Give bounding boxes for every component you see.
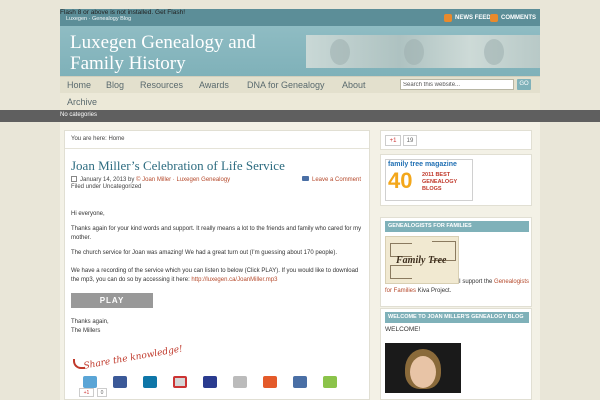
post-title[interactable]: Joan Miller’s Celebration of Life Servic… — [71, 158, 285, 174]
kiva-prefix: I support the — [459, 279, 495, 285]
site-header: Luxegen Genealogy and Family History — [60, 26, 540, 76]
portrait-photo — [404, 39, 424, 65]
leave-comment-link[interactable]: Leave a Comment — [302, 176, 361, 183]
gplus-count: 0 — [97, 388, 107, 397]
header-photo-banner — [306, 35, 540, 68]
post-date: January 14, 2013 by — [80, 177, 137, 183]
closing-signature: The Millers — [71, 328, 101, 334]
widget-title: WELCOME TO JOAN MILLER'S GENEALOGY BLOG — [385, 312, 529, 323]
genealogists-widget: GENEALOGISTS FOR FAMILIES Family Tree I … — [380, 217, 532, 307]
award-badge-box: family tree magazine 40 2011 BEST GENEAL… — [380, 154, 532, 206]
family-tree-magazine-badge[interactable]: family tree magazine 40 2011 BEST GENEAL… — [385, 159, 473, 201]
tree-label: Family Tree — [396, 255, 447, 266]
leave-comment-label: Leave a Comment — [312, 177, 362, 183]
gplus-count: 19 — [403, 135, 417, 146]
category-text: No categories — [60, 112, 98, 118]
calendar-icon — [71, 176, 77, 182]
stumbleupon-icon[interactable] — [263, 376, 277, 388]
filed-under: Filed under Uncategorized — [71, 184, 142, 190]
widget-title: GENEALOGISTS FOR FAMILIES — [385, 221, 529, 232]
secondary-navigation: Archive — [60, 93, 540, 110]
award-text: 2011 BEST GENEALOGY BLOGS — [422, 172, 457, 193]
gplus-button[interactable]: +1 — [79, 388, 94, 397]
search-input[interactable] — [400, 79, 514, 90]
photo-face — [410, 356, 436, 388]
email-icon[interactable] — [173, 376, 187, 388]
kiva-suffix: Kiva Project. — [416, 288, 452, 294]
award-line: BLOGS — [422, 186, 442, 192]
magazine-name: family tree magazine — [388, 161, 457, 168]
reddit-icon[interactable] — [293, 376, 307, 388]
award-line: 2011 BEST — [422, 172, 451, 178]
site-title[interactable]: Luxegen Genealogy and Family History — [70, 32, 310, 74]
digg-icon[interactable] — [323, 376, 337, 388]
play-button[interactable]: PLAY — [71, 293, 153, 308]
closing-line: Thanks again, — [71, 319, 109, 325]
twitter-icon[interactable] — [83, 376, 97, 388]
nav-item-home[interactable]: Home — [67, 80, 91, 90]
flash-warning[interactable]: Flash 8 or above is not installed. Get F… — [60, 9, 185, 16]
comments-feed-label: COMMENTS — [501, 14, 536, 21]
welcome-text: WELCOME! — [385, 326, 421, 333]
tree-line — [390, 265, 412, 279]
comment-icon — [302, 176, 309, 181]
author-photo — [385, 343, 461, 393]
post-greeting: Hi everyone, — [71, 211, 105, 217]
award-number: 40 — [388, 168, 413, 193]
gplus-button[interactable]: +1 — [385, 135, 401, 146]
delicious-icon[interactable] — [203, 376, 217, 388]
sidebar-gplus-box: +1 19 — [380, 130, 532, 150]
print-icon[interactable] — [233, 376, 247, 388]
author-link[interactable]: © Joan Miller · Luxegen Genealogy — [136, 177, 230, 183]
nav-item-archive[interactable]: Archive — [67, 97, 97, 107]
nav-item-awards[interactable]: Awards — [199, 80, 229, 90]
news-feed-label: NEWS FEED — [455, 14, 491, 21]
portrait-photo — [330, 39, 350, 65]
nav-item-about[interactable]: About — [342, 80, 366, 90]
share-heading: Share the knowledge! — [82, 344, 184, 372]
main-navigation: Home Blog Resources Awards DNA for Genea… — [60, 76, 540, 93]
rss-icon — [444, 13, 452, 22]
category-bar: No categories — [0, 110, 600, 122]
family-tree-image[interactable]: Family Tree — [385, 236, 459, 284]
comments-feed-link[interactable]: COMMENTS — [490, 12, 536, 23]
nav-item-dna[interactable]: DNA for Genealogy — [247, 80, 325, 90]
kiva-text: I support the Genealogists for Families … — [385, 278, 531, 296]
post-paragraph: We have a recording of the service which… — [71, 267, 367, 285]
linkedin-icon[interactable] — [143, 376, 157, 388]
search-go-button[interactable]: GO — [517, 79, 531, 90]
divider — [65, 148, 369, 149]
news-feed-link[interactable]: NEWS FEED — [444, 12, 491, 23]
facebook-icon[interactable] — [113, 376, 127, 388]
kiva-link[interactable]: Genealogists for Families — [385, 279, 529, 294]
mp3-link[interactable]: http://luxegen.ca/JoanMiller.mp3 — [191, 277, 277, 283]
flash-subtext: Luxegen · Genealogy Blog — [66, 16, 132, 22]
post-paragraph: The church service for Joan was amazing!… — [71, 250, 338, 256]
award-line: GENEALOGY — [422, 179, 458, 185]
breadcrumb: You are here: Home — [71, 136, 125, 142]
post-content: You are here: Home Joan Miller’s Celebra… — [64, 130, 370, 400]
post-paragraph: Thanks again for your kind words and sup… — [71, 226, 362, 241]
main-area: You are here: Home Joan Miller’s Celebra… — [60, 122, 540, 400]
post-meta: January 14, 2013 by © Joan Miller · Luxe… — [71, 176, 230, 183]
rss-icon — [490, 13, 498, 22]
nav-item-resources[interactable]: Resources — [140, 80, 183, 90]
portrait-photo — [484, 39, 504, 65]
welcome-widget: WELCOME TO JOAN MILLER'S GENEALOGY BLOG … — [380, 308, 532, 400]
nav-item-blog[interactable]: Blog — [106, 80, 124, 90]
